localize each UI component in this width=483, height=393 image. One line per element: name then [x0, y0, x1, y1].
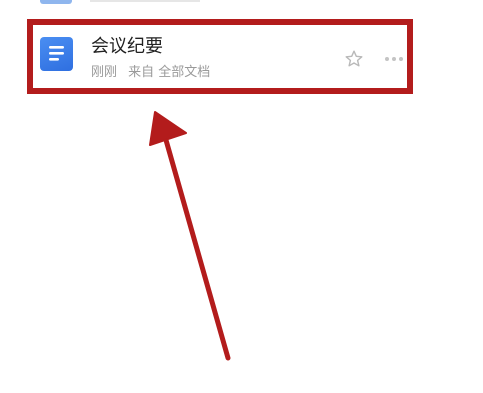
file-list-screen: 会议纪要 刚刚 来自 全部文档 — [0, 0, 483, 393]
file-source: 来自 全部文档 — [128, 65, 211, 80]
more-options-icon[interactable] — [383, 49, 405, 69]
file-list-item[interactable]: 会议纪要 刚刚 来自 全部文档 — [27, 19, 413, 94]
file-meta: 刚刚 来自 全部文档 — [91, 65, 217, 81]
file-modified-time: 刚刚 — [91, 65, 118, 80]
document-icon — [40, 37, 73, 71]
previous-file-row — [90, 0, 200, 2]
star-icon[interactable] — [344, 49, 364, 69]
file-title: 会议纪要 — [91, 36, 163, 57]
previous-file-icon — [40, 0, 72, 4]
